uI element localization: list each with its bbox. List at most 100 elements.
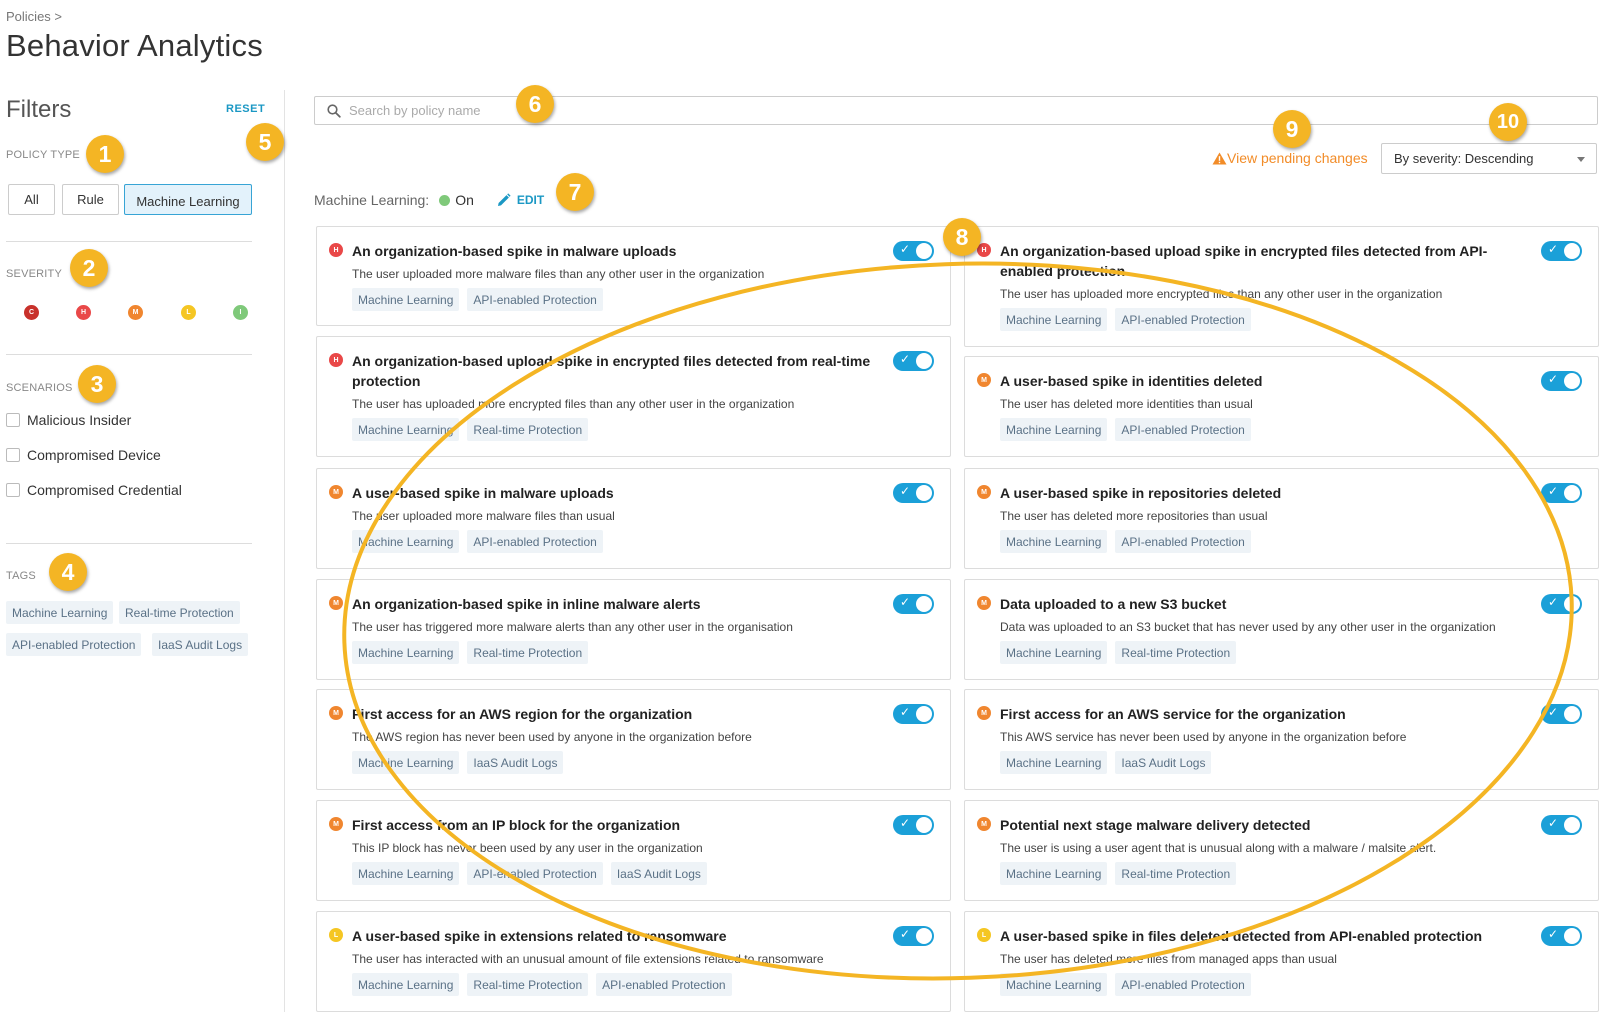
policy-card[interactable]: H An organization-based upload spike in e… xyxy=(964,226,1599,347)
checkbox[interactable] xyxy=(6,483,20,497)
policy-tag[interactable]: IaaS Audit Logs xyxy=(610,862,707,885)
policy-tag[interactable]: Real-time Protection xyxy=(467,641,589,664)
policy-tag[interactable]: IaaS Audit Logs xyxy=(1115,751,1212,774)
policy-card[interactable]: M An organization-based spike in inline m… xyxy=(316,579,951,680)
tag-filter-api-enabled-protection[interactable]: API-enabled Protection xyxy=(6,633,142,656)
policy-enabled-toggle[interactable]: ✓ xyxy=(893,704,934,724)
policy-tag[interactable]: Real-time Protection xyxy=(1115,862,1237,885)
policy-tag[interactable]: Machine Learning xyxy=(352,530,460,553)
policy-enabled-toggle[interactable]: ✓ xyxy=(1541,371,1582,391)
policy-type-all-button[interactable]: All xyxy=(8,184,55,215)
policy-enabled-toggle[interactable]: ✓ xyxy=(893,926,934,946)
callout-badge: 6 xyxy=(516,85,554,123)
policy-card[interactable]: H An organization-based spike in malware … xyxy=(316,226,951,326)
policy-card-header: M First access from an IP block for the o… xyxy=(329,815,882,835)
policy-tag[interactable]: API-enabled Protection xyxy=(1115,418,1251,441)
policy-card[interactable]: M A user-based spike in identities delete… xyxy=(964,356,1599,457)
policy-card[interactable]: M First access for an AWS region for the … xyxy=(316,689,951,790)
severity-filter-c[interactable]: C xyxy=(24,305,39,320)
policy-tags: Machine Learning Real-time Protection xyxy=(352,641,596,664)
scenarios-label: SCENARIOS xyxy=(6,382,73,394)
severity-filter-h[interactable]: H xyxy=(76,305,91,320)
policy-enabled-toggle[interactable]: ✓ xyxy=(1541,926,1582,946)
policy-tag[interactable]: Machine Learning xyxy=(1000,751,1108,774)
policy-enabled-toggle[interactable]: ✓ xyxy=(893,594,934,614)
policy-card[interactable]: H An organization-based upload spike in e… xyxy=(316,336,951,457)
policy-tag[interactable]: Machine Learning xyxy=(1000,641,1108,664)
view-pending-changes-link[interactable]: View pending changes xyxy=(1212,150,1368,166)
breadcrumb[interactable]: Policies > xyxy=(6,9,62,24)
scenario-malicious-insider[interactable]: Malicious Insider xyxy=(6,412,131,428)
severity-filter-l[interactable]: L xyxy=(181,305,196,320)
policy-tag[interactable]: API-enabled Protection xyxy=(1115,530,1251,553)
policy-card[interactable]: M Potential next stage malware delivery d… xyxy=(964,800,1599,901)
policy-card[interactable]: M A user-based spike in malware uploads Th… xyxy=(316,468,951,569)
scenario-label: Malicious Insider xyxy=(27,412,132,428)
toggle-knob xyxy=(916,243,932,259)
policy-card[interactable]: M Data uploaded to a new S3 bucket Data wa… xyxy=(964,579,1599,680)
tags-label: TAGS xyxy=(6,570,36,582)
view-pending-changes-label: View pending changes xyxy=(1227,150,1368,166)
severity-badge: M xyxy=(329,817,343,831)
edit-button[interactable]: EDIT xyxy=(496,192,544,208)
policy-enabled-toggle[interactable]: ✓ xyxy=(1541,483,1582,503)
policy-tag[interactable]: Machine Learning xyxy=(1000,973,1108,996)
policy-tag[interactable]: Machine Learning xyxy=(1000,308,1108,331)
policy-enabled-toggle[interactable]: ✓ xyxy=(1541,241,1582,261)
policy-card[interactable]: M First access from an IP block for the o… xyxy=(316,800,951,901)
check-icon: ✓ xyxy=(900,352,911,366)
scenario-compromised-device[interactable]: Compromised Device xyxy=(6,447,161,463)
policy-enabled-toggle[interactable]: ✓ xyxy=(893,815,934,835)
policy-tags: Machine Learning Real-time Protection xyxy=(1000,862,1244,885)
policy-enabled-toggle[interactable]: ✓ xyxy=(1541,704,1582,724)
policy-enabled-toggle[interactable]: ✓ xyxy=(893,241,934,261)
policy-enabled-toggle[interactable]: ✓ xyxy=(1541,594,1582,614)
policy-type-rule-button[interactable]: Rule xyxy=(62,184,119,215)
policy-card[interactable]: M A user-based spike in repositories dele… xyxy=(964,468,1599,569)
reset-button[interactable]: RESET xyxy=(226,103,265,115)
toggle-knob xyxy=(916,596,932,612)
policy-tag[interactable]: API-enabled Protection xyxy=(1115,308,1251,331)
sort-select[interactable]: By severity: Descending xyxy=(1381,143,1597,174)
policy-tag[interactable]: Machine Learning xyxy=(352,751,460,774)
policy-title: A user-based spike in repositories delet… xyxy=(1000,485,1282,501)
policy-tag[interactable]: IaaS Audit Logs xyxy=(467,751,564,774)
policy-tag[interactable]: Machine Learning xyxy=(352,418,460,441)
checkbox[interactable] xyxy=(6,413,20,427)
policy-tag[interactable]: API-enabled Protection xyxy=(467,530,603,553)
policy-tag[interactable]: API-enabled Protection xyxy=(467,862,603,885)
policy-card[interactable]: L A user-based spike in extensions relate… xyxy=(316,911,951,1012)
policy-enabled-toggle[interactable]: ✓ xyxy=(893,483,934,503)
search-input[interactable] xyxy=(349,103,949,118)
policy-tag[interactable]: Machine Learning xyxy=(352,641,460,664)
policy-type-machine-learning-button[interactable]: Machine Learning xyxy=(124,184,252,215)
policy-card[interactable]: M First access for an AWS service for the… xyxy=(964,689,1599,790)
severity-filter-m[interactable]: M xyxy=(128,305,143,320)
search-box[interactable] xyxy=(314,96,1598,125)
policy-card[interactable]: L A user-based spike in files deleted det… xyxy=(964,911,1599,1012)
policy-tag[interactable]: Real-time Protection xyxy=(1115,641,1237,664)
tag-filter-real-time-protection[interactable]: Real-time Protection xyxy=(119,601,240,624)
policy-tag[interactable]: Machine Learning xyxy=(1000,530,1108,553)
checkbox[interactable] xyxy=(6,448,20,462)
policy-tag[interactable]: Machine Learning xyxy=(1000,862,1108,885)
tag-filter-iaas-audit-logs[interactable]: IaaS Audit Logs xyxy=(152,633,249,656)
policy-tag[interactable]: API-enabled Protection xyxy=(467,288,603,311)
policy-title: An organization-based upload spike in en… xyxy=(352,353,871,389)
toggle-knob xyxy=(916,485,932,501)
policy-tag[interactable]: Machine Learning xyxy=(352,288,460,311)
policy-tag[interactable]: Machine Learning xyxy=(1000,418,1108,441)
severity-filter-i[interactable]: I xyxy=(233,305,248,320)
policy-tag[interactable]: Machine Learning xyxy=(352,862,460,885)
policy-enabled-toggle[interactable]: ✓ xyxy=(1541,815,1582,835)
tag-filter-machine-learning[interactable]: Machine Learning xyxy=(6,601,114,624)
policy-tags: Machine Learning API-enabled Protection xyxy=(352,288,611,311)
policy-description: The user uploaded more malware files tha… xyxy=(352,267,765,281)
policy-tag[interactable]: API-enabled Protection xyxy=(1115,973,1251,996)
policy-tag[interactable]: Real-time Protection xyxy=(467,973,589,996)
policy-tag[interactable]: Machine Learning xyxy=(352,973,460,996)
policy-tag[interactable]: API-enabled Protection xyxy=(596,973,732,996)
scenario-compromised-credential[interactable]: Compromised Credential xyxy=(6,482,182,498)
policy-enabled-toggle[interactable]: ✓ xyxy=(893,351,934,371)
policy-tag[interactable]: Real-time Protection xyxy=(467,418,589,441)
